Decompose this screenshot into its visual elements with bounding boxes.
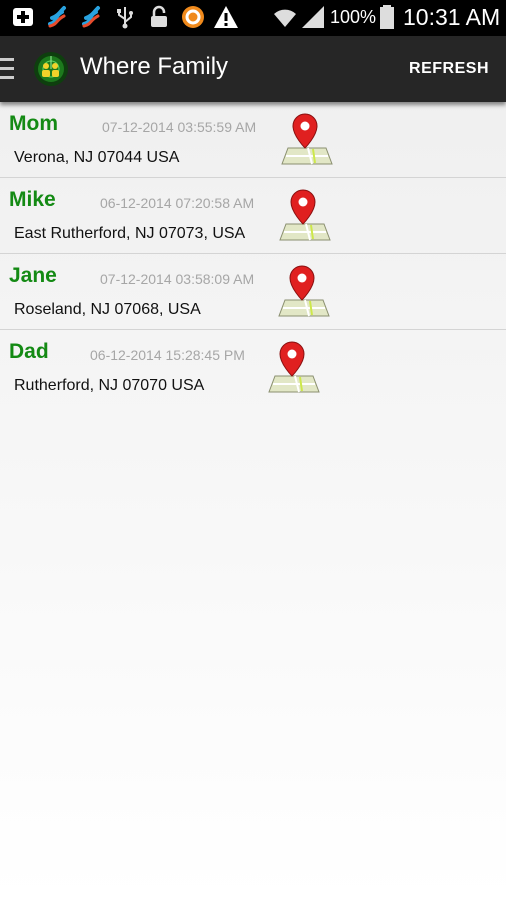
status-clock: 10:31 AM <box>403 4 501 30</box>
list-item[interactable]: Dad 06-12-2014 15:28:45 PM Rutherford, N… <box>0 330 506 405</box>
family-radar-logo-icon[interactable] <box>33 51 69 87</box>
list-item[interactable]: Mom 07-12-2014 03:55:59 AM Verona, NJ 07… <box>0 102 506 178</box>
warning-icon <box>214 6 238 28</box>
map-pin-icon[interactable] <box>278 112 334 168</box>
map-pin-icon[interactable] <box>276 188 332 244</box>
list-item[interactable]: Jane 07-12-2014 03:58:09 AM Roseland, NJ… <box>0 254 506 330</box>
member-address: Rutherford, NJ 07070 USA <box>14 377 205 394</box>
last-seen-timestamp: 06-12-2014 15:28:45 PM <box>90 347 245 363</box>
member-address: Roseland, NJ 07068, USA <box>14 301 201 318</box>
last-seen-timestamp: 07-12-2014 03:58:09 AM <box>100 271 255 287</box>
action-bar: Where Family REFRESH <box>0 36 506 102</box>
status-bar: 100% 10:31 AM <box>0 0 506 36</box>
battery-icon <box>380 5 394 29</box>
wifi-icon <box>274 9 296 27</box>
add-box-icon <box>13 8 33 26</box>
last-seen-timestamp: 06-12-2014 07:20:58 AM <box>100 195 255 211</box>
refresh-button[interactable]: REFRESH <box>409 60 489 78</box>
signal-icon <box>302 6 324 28</box>
last-seen-timestamp: 07-12-2014 03:55:59 AM <box>102 119 257 135</box>
member-name: Jane <box>9 264 57 287</box>
app-notification-icon <box>82 6 100 28</box>
map-pin-icon[interactable] <box>265 340 321 396</box>
member-name: Mom <box>9 112 58 135</box>
usb-icon <box>117 7 133 29</box>
member-name: Dad <box>9 340 49 363</box>
member-address: Verona, NJ 07044 USA <box>14 149 180 166</box>
map-pin-icon[interactable] <box>275 264 331 320</box>
battery-percentage: 100% <box>330 7 377 27</box>
list-item[interactable]: Mike 06-12-2014 07:20:58 AM East Rutherf… <box>0 178 506 254</box>
circle-app-icon <box>182 6 204 28</box>
menu-drawer-icon[interactable] <box>0 58 14 80</box>
app-title: Where Family <box>80 53 229 80</box>
member-name: Mike <box>9 188 56 211</box>
member-list: Mom 07-12-2014 03:55:59 AM Verona, NJ 07… <box>0 102 506 405</box>
member-address: East Rutherford, NJ 07073, USA <box>14 225 246 242</box>
app-notification-icon <box>48 6 66 28</box>
lock-icon <box>151 5 167 27</box>
